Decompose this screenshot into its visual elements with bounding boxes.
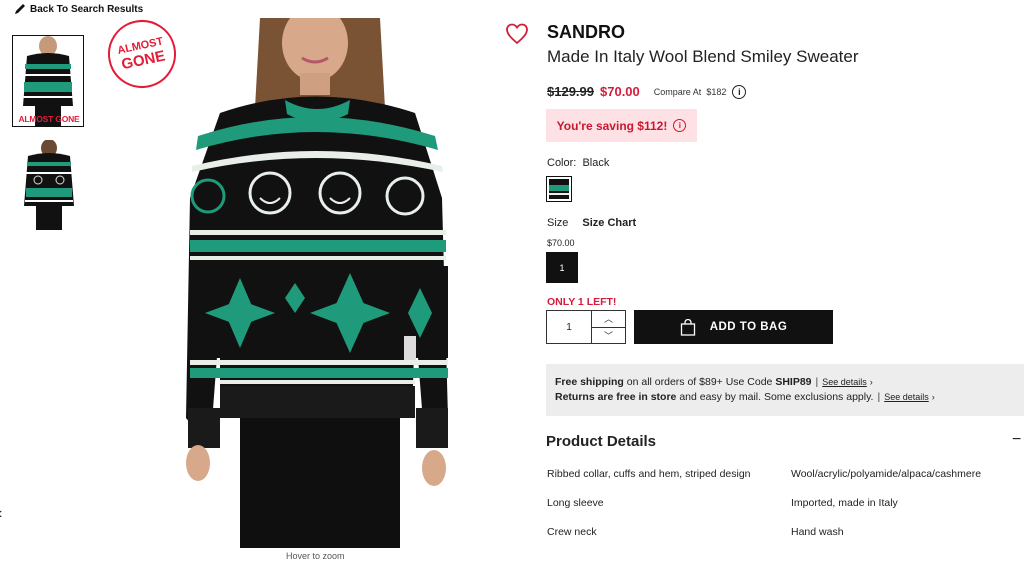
quantity-stepper[interactable]: 1 ︿ ﹀ [546,310,626,344]
sweater-back-thumbnail-image [24,139,74,230]
size-chart-link[interactable]: Size Chart [582,217,636,229]
price-row: $129.99 $70.00 Compare At $182 i [547,84,747,99]
size-option-button[interactable]: 1 [546,252,578,283]
savings-text: You're saving $112! [556,118,668,133]
back-link-label: Back To Search Results [30,3,144,15]
sweater-front-thumbnail-image [13,36,83,126]
shopping-bag-icon [680,318,695,336]
savings-banner: You're saving $112! i [546,109,697,142]
add-to-bag-label: ADD TO BAG [709,321,788,333]
stock-warning: ONLY 1 LEFT! [547,296,617,308]
returns-see-details-link[interactable]: See details [884,392,929,402]
detail-item: Hand wash [791,526,844,538]
almost-gone-badge: ALMOST GONE [101,13,183,95]
thumbnail-back[interactable] [20,139,78,230]
chevron-right-icon: › [869,377,873,387]
thumbnail-almost-gone-overlay: ALMOST GONE [18,114,80,124]
thumbnail-front[interactable]: ALMOST GONE [12,35,84,127]
chevron-right-icon: › [931,392,935,402]
detail-item: Ribbed collar, cuffs and hem, striped de… [547,468,751,480]
color-swatch-black[interactable] [546,176,572,202]
zoom-hint: Hover to zoom [286,551,345,561]
size-label: Size [547,217,569,229]
shipping-info-box: Free shipping on all orders of $89+ Use … [546,364,1024,416]
original-price: $129.99 [547,84,594,99]
collapse-icon[interactable]: − [1012,431,1021,449]
back-to-search-link[interactable]: Back To Search Results [14,3,143,15]
quantity-value[interactable]: 1 [547,311,592,343]
shipping-see-details-link[interactable]: See details [822,377,867,387]
sweater-main-image [186,5,448,548]
info-icon[interactable]: i [732,84,747,99]
savings-info-icon[interactable]: i [673,119,687,132]
detail-item: Imported, made in Italy [791,497,898,509]
returns-line: Returns are free in store and easy by ma… [555,391,935,403]
chevron-left-icon[interactable]: ‹ [0,505,2,523]
chevron-up-icon[interactable]: ︿ [592,311,625,328]
size-row: Size Size Chart [547,217,636,229]
size-price: $70.00 [547,238,575,248]
detail-item: Crew neck [547,526,597,538]
detail-item: Wool/acrylic/polyamide/alpaca/cashmere [791,468,982,480]
compare-at-label: Compare At $182 [653,86,727,97]
detail-item: Long sleeve [547,497,604,509]
product-details-heading[interactable]: Product Details [546,433,656,450]
chevron-down-icon[interactable]: ﹀ [592,328,625,344]
color-label: Color: Black [547,157,610,169]
product-brand: SANDRO [547,22,626,42]
heart-icon[interactable] [505,22,529,46]
main-product-image[interactable] [180,5,460,548]
color-value: Black [582,157,610,169]
sale-price: $70.00 [600,84,640,99]
product-name: Made In Italy Wool Blend Smiley Sweater [547,47,859,66]
add-to-bag-button[interactable]: ADD TO BAG [634,310,833,344]
pencil-icon [15,4,25,14]
shipping-line: Free shipping on all orders of $89+ Use … [555,376,873,388]
